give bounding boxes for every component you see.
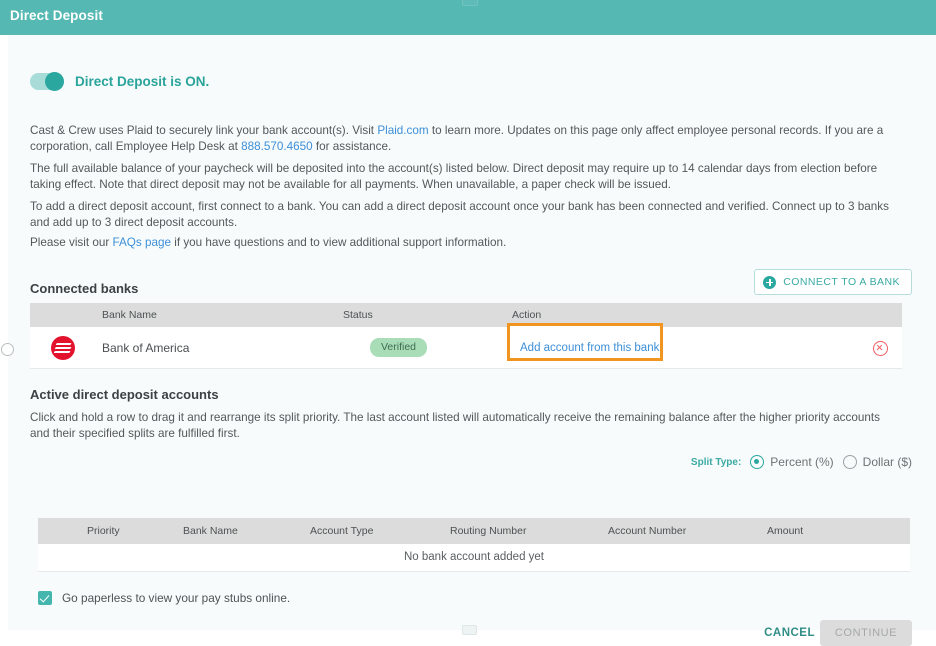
column-header-action: Action bbox=[512, 309, 542, 321]
active-accounts-heading: Active direct deposit accounts bbox=[30, 387, 219, 402]
connected-banks-table-header: Bank Name Status Action bbox=[30, 303, 902, 327]
left-edge-marker-icon bbox=[1, 343, 14, 356]
active-accounts-table: Priority Bank Name Account Type Routing … bbox=[38, 518, 910, 572]
page-content: Direct Deposit is ON. Cast & Crew uses P… bbox=[1, 35, 936, 646]
intro-paragraph-3: To add a direct deposit account, first c… bbox=[30, 200, 889, 229]
connect-to-a-bank-label: CONNECT TO A BANK bbox=[783, 276, 900, 288]
faqs-page-link[interactable]: FAQs page bbox=[113, 236, 171, 249]
split-type-option-dollar[interactable]: Dollar ($) bbox=[842, 455, 912, 469]
intro-paragraph-1: Cast & Crew uses Plaid to securely link … bbox=[30, 123, 908, 155]
connected-banks-heading: Connected banks bbox=[30, 281, 139, 296]
direct-deposit-toggle-label: Direct Deposit is ON. bbox=[75, 74, 210, 89]
intro-p4-text-b: if you have questions and to view additi… bbox=[170, 236, 507, 249]
top-edge-handle bbox=[462, 0, 478, 6]
connected-banks-table: Bank Name Status Action Bank of America … bbox=[30, 303, 902, 369]
plaid-link[interactable]: Plaid.com bbox=[377, 124, 428, 137]
bank-of-america-logo-icon bbox=[51, 336, 75, 360]
table-row: Bank of America Verified Add account fro… bbox=[30, 323, 902, 369]
active-accounts-table-header: Priority Bank Name Account Type Routing … bbox=[38, 518, 910, 544]
split-type-option-percent[interactable]: Percent (%) bbox=[750, 455, 834, 469]
toggle-knob bbox=[45, 72, 64, 91]
radio-unselected-icon bbox=[842, 455, 857, 469]
column-header-bank-name: Bank Name bbox=[183, 525, 238, 537]
plus-circle-icon bbox=[763, 275, 777, 289]
column-header-amount: Amount bbox=[767, 525, 804, 537]
go-paperless-checkbox[interactable] bbox=[38, 591, 52, 605]
intro-p4-text-a: Please visit our bbox=[30, 236, 113, 249]
column-header-account-number: Account Number bbox=[608, 525, 687, 537]
empty-state-message: No bank account added yet bbox=[38, 544, 910, 572]
page-titlebar: Direct Deposit bbox=[0, 0, 936, 35]
direct-deposit-page: Direct Deposit Direct Deposit is ON. Cas… bbox=[0, 0, 936, 646]
column-header-priority: Priority bbox=[87, 525, 120, 537]
column-header-account-type: Account Type bbox=[310, 525, 374, 537]
active-accounts-description: Click and hold a row to drag it and rear… bbox=[30, 411, 880, 440]
intro-p1-text-a: Cast & Crew uses Plaid to securely link … bbox=[30, 124, 378, 137]
connect-to-a-bank-button[interactable]: CONNECT TO A BANK bbox=[754, 269, 912, 295]
left-edge-strip bbox=[0, 35, 8, 630]
continue-button: CONTINUE bbox=[820, 620, 912, 646]
cancel-button[interactable]: CANCEL bbox=[764, 627, 815, 639]
go-paperless-row[interactable]: Go paperless to view your pay stubs onli… bbox=[38, 591, 290, 605]
help-desk-phone-link[interactable]: 888.570.4650 bbox=[241, 140, 313, 153]
intro-paragraph-2: The full available balance of your paych… bbox=[30, 162, 878, 191]
status-badge: Verified bbox=[370, 338, 428, 357]
intro-paragraph-4: Please visit our FAQs page if you have q… bbox=[30, 235, 908, 251]
split-type-dollar-label: Dollar ($) bbox=[862, 455, 912, 469]
split-type-control: Split Type: Percent (%) Dollar ($) bbox=[691, 455, 912, 469]
direct-deposit-toggle-row[interactable]: Direct Deposit is ON. bbox=[30, 72, 210, 91]
direct-deposit-toggle[interactable] bbox=[30, 72, 64, 91]
radio-selected-icon bbox=[750, 455, 765, 469]
column-header-bank-name: Bank Name bbox=[102, 309, 157, 321]
split-type-label: Split Type: bbox=[690, 456, 742, 468]
page-title: Direct Deposit bbox=[10, 8, 103, 23]
split-type-percent-label: Percent (%) bbox=[770, 455, 834, 469]
bottom-edge-handle bbox=[462, 625, 477, 635]
remove-bank-icon[interactable] bbox=[873, 341, 888, 356]
bank-name-value: Bank of America bbox=[102, 341, 190, 355]
column-header-routing-number: Routing Number bbox=[450, 525, 527, 537]
go-paperless-label: Go paperless to view your pay stubs onli… bbox=[62, 591, 291, 605]
intro-p1-text-c: for assistance. bbox=[312, 140, 392, 153]
add-account-from-this-bank-link[interactable]: Add account from this bank bbox=[520, 342, 659, 354]
column-header-status: Status bbox=[343, 309, 373, 321]
